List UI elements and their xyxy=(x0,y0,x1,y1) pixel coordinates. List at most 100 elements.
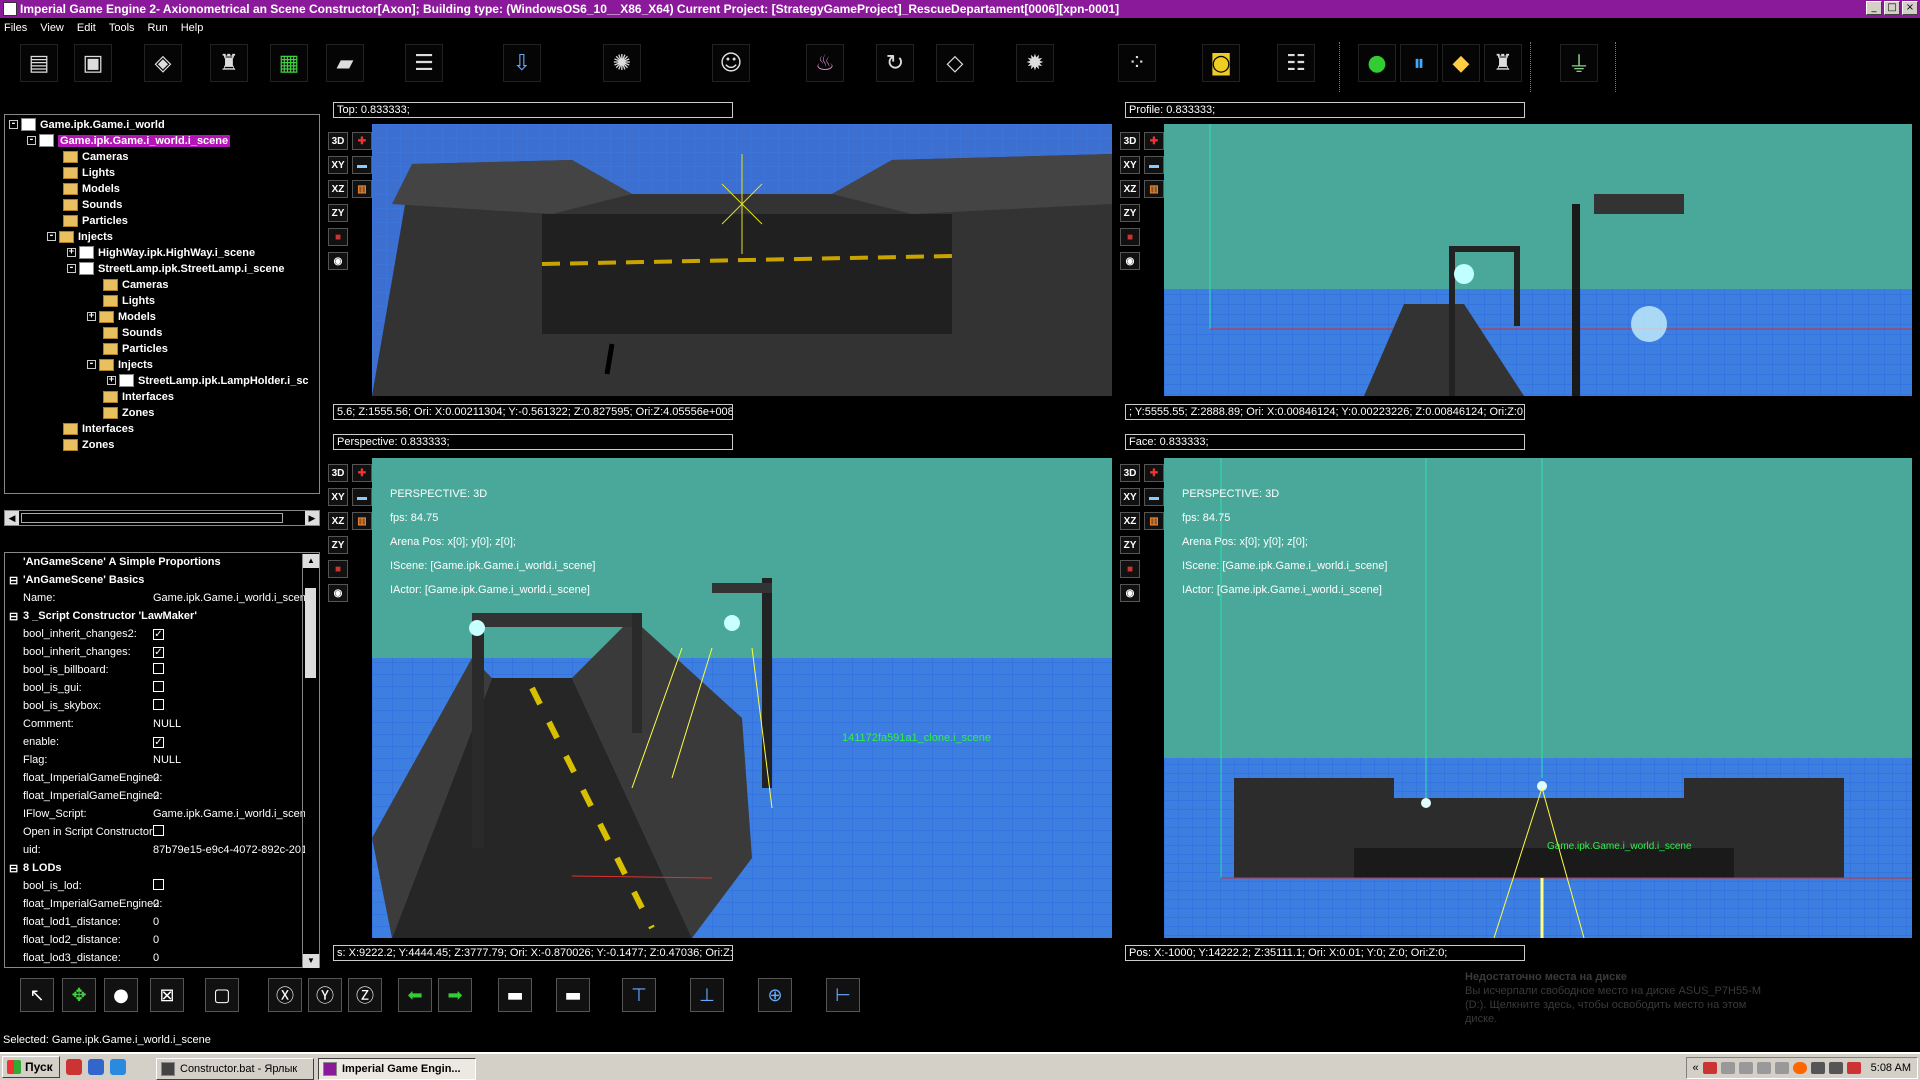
stop-icon[interactable]: ■ xyxy=(328,560,348,578)
menu-run[interactable]: Run xyxy=(148,22,168,34)
chart-icon[interactable]: ▦ xyxy=(270,44,308,82)
menu-view[interactable]: View xyxy=(40,22,64,34)
view-3d-button[interactable]: 3D xyxy=(328,132,348,150)
cake-icon[interactable]: ♨ xyxy=(806,44,844,82)
property-value[interactable]: 0 xyxy=(153,790,305,802)
disk-space-notification[interactable]: Недостаточно места на диске Вы исчерпали… xyxy=(1455,964,1785,1030)
tree-node[interactable]: Models xyxy=(63,181,120,196)
taskbar-item-engine[interactable]: Imperial Game Engin... xyxy=(318,1058,476,1080)
scroll-up-icon[interactable]: ▲ xyxy=(303,554,319,568)
sphere-icon[interactable]: ● xyxy=(104,978,138,1012)
view-xy-button[interactable]: XY xyxy=(1120,488,1140,506)
property-checkbox[interactable] xyxy=(153,663,164,674)
property-checkbox[interactable] xyxy=(153,879,164,890)
tray-app-icon[interactable] xyxy=(1720,1062,1735,1074)
tree-node[interactable]: - Game.ipk.Game.i_world xyxy=(9,117,165,132)
view-zy-button[interactable]: ZY xyxy=(328,536,348,554)
perspective-viewport[interactable]: PERSPECTIVE: 3D fps: 84.75 Arena Pos: x[… xyxy=(372,458,1112,938)
top-viewport[interactable] xyxy=(372,124,1112,396)
internet-explorer-icon[interactable] xyxy=(109,1059,126,1075)
property-section[interactable]: ⊟ 'AnGameScene' Basics xyxy=(5,571,305,589)
x-axis-icon[interactable]: Ⓧ xyxy=(268,978,302,1012)
tray-app-icon[interactable] xyxy=(1756,1062,1771,1074)
start-button[interactable]: Пуск xyxy=(2,1056,60,1078)
collapse-icon[interactable]: ⊟ xyxy=(9,574,18,587)
redo-arrow-icon[interactable]: ➡ xyxy=(438,978,472,1012)
minus-icon[interactable]: ▬ xyxy=(352,488,372,506)
taskbar-item-constructor[interactable]: Constructor.bat - Ярлык xyxy=(156,1058,314,1080)
property-checkbox[interactable] xyxy=(153,699,164,710)
scrollbar-thumb[interactable] xyxy=(21,513,283,523)
minus-icon[interactable]: ▬ xyxy=(1144,488,1164,506)
eye-icon[interactable]: ◉ xyxy=(328,252,348,270)
menu-files[interactable]: Files xyxy=(4,22,27,34)
property-section[interactable]: ⊟ 3 _Script Constructor 'LawMaker' xyxy=(5,607,305,625)
view-xz-button[interactable]: XZ xyxy=(328,180,348,198)
diamond-icon[interactable]: ◇ xyxy=(936,44,974,82)
columns-icon[interactable]: ▥ xyxy=(1144,180,1164,198)
property-value[interactable]: NULL xyxy=(153,754,305,766)
scroll-left-icon[interactable]: ◀ xyxy=(5,511,19,525)
save-icon[interactable]: ▣ xyxy=(74,44,112,82)
property-value[interactable]: NULL xyxy=(153,718,305,730)
opera-icon[interactable] xyxy=(65,1059,82,1075)
gear-network-icon[interactable]: ✹ xyxy=(1016,44,1054,82)
property-value[interactable]: 0 xyxy=(153,952,305,964)
tree-node[interactable]: Interfaces xyxy=(103,389,174,404)
tree-node[interactable]: Cameras xyxy=(103,277,168,292)
warning-icon[interactable] xyxy=(1792,1062,1807,1074)
properties-vertical-scrollbar[interactable]: ▲ ▼ xyxy=(302,554,319,968)
eagle-emblem-icon[interactable]: ♜ xyxy=(210,44,248,82)
folder-add-icon[interactable]: ▬ xyxy=(498,978,532,1012)
view-3d-button[interactable]: 3D xyxy=(1120,132,1140,150)
y-axis-icon[interactable]: Ⓨ xyxy=(308,978,342,1012)
property-section[interactable]: ⊟ 8 LODs xyxy=(5,859,305,877)
pause-icon[interactable]: ⏸ xyxy=(1400,44,1438,82)
property-value[interactable]: 0 xyxy=(153,934,305,946)
tree-node-selected[interactable]: - Game.ipk.Game.i_world.i_scene xyxy=(27,133,231,148)
add-icon[interactable]: ✚ xyxy=(1144,464,1164,482)
close-button[interactable]: × xyxy=(1902,1,1918,15)
view-xz-button[interactable]: XZ xyxy=(1120,512,1140,530)
view-xy-button[interactable]: XY xyxy=(328,488,348,506)
layers-stack-icon[interactable]: ◆ xyxy=(1442,44,1480,82)
view-zy-button[interactable]: ZY xyxy=(1120,536,1140,554)
run-icon[interactable]: ● xyxy=(1358,44,1396,82)
property-value[interactable]: 0 xyxy=(153,898,305,910)
eye-icon[interactable]: ◉ xyxy=(328,584,348,602)
stop-icon[interactable]: ■ xyxy=(1120,560,1140,578)
tray-app-icon[interactable] xyxy=(1702,1062,1717,1074)
particles-icon[interactable]: ⁘ xyxy=(1118,44,1156,82)
scroll-down-icon[interactable]: ▼ xyxy=(303,954,319,968)
align-bottom-icon[interactable]: ⊥ xyxy=(690,978,724,1012)
columns-icon[interactable]: ▥ xyxy=(352,512,372,530)
scroll-right-icon[interactable]: ▶ xyxy=(305,511,319,525)
eagle-emblem-icon[interactable]: ♜ xyxy=(1484,44,1522,82)
volume-icon[interactable] xyxy=(1828,1062,1843,1074)
tree-node[interactable]: Sounds xyxy=(103,325,162,340)
tree-node[interactable]: - Injects xyxy=(87,357,153,372)
align-top-icon[interactable]: ⊤ xyxy=(622,978,656,1012)
tree-node[interactable]: Lights xyxy=(103,293,155,308)
property-checkbox[interactable]: ✓ xyxy=(153,737,164,748)
tree-node[interactable]: Cameras xyxy=(63,149,128,164)
barrel-icon[interactable]: ◙ xyxy=(1202,44,1240,82)
view-zy-button[interactable]: ZY xyxy=(1120,204,1140,222)
stop-icon[interactable]: ■ xyxy=(328,228,348,246)
tree-node[interactable]: Particles xyxy=(63,213,128,228)
sliders-icon[interactable]: ☷ xyxy=(1277,44,1315,82)
view-zy-button[interactable]: ZY xyxy=(328,204,348,222)
desktop-icon[interactable] xyxy=(87,1059,104,1075)
property-checkbox[interactable] xyxy=(153,681,164,692)
minus-icon[interactable]: ▬ xyxy=(1144,156,1164,174)
select-arrow-icon[interactable]: ↖ xyxy=(20,978,54,1012)
columns-icon[interactable]: ▥ xyxy=(1144,512,1164,530)
tray-expand-icon[interactable]: « xyxy=(1693,1062,1699,1074)
property-checkbox[interactable]: ✓ xyxy=(153,629,164,640)
tree-node[interactable]: Interfaces xyxy=(63,421,134,436)
square-icon[interactable]: ▢ xyxy=(205,978,239,1012)
minimize-button[interactable]: _ xyxy=(1866,1,1882,15)
view-3d-button[interactable]: 3D xyxy=(328,464,348,482)
eye-icon[interactable]: ◉ xyxy=(1120,584,1140,602)
property-checkbox[interactable]: ✓ xyxy=(153,647,164,658)
